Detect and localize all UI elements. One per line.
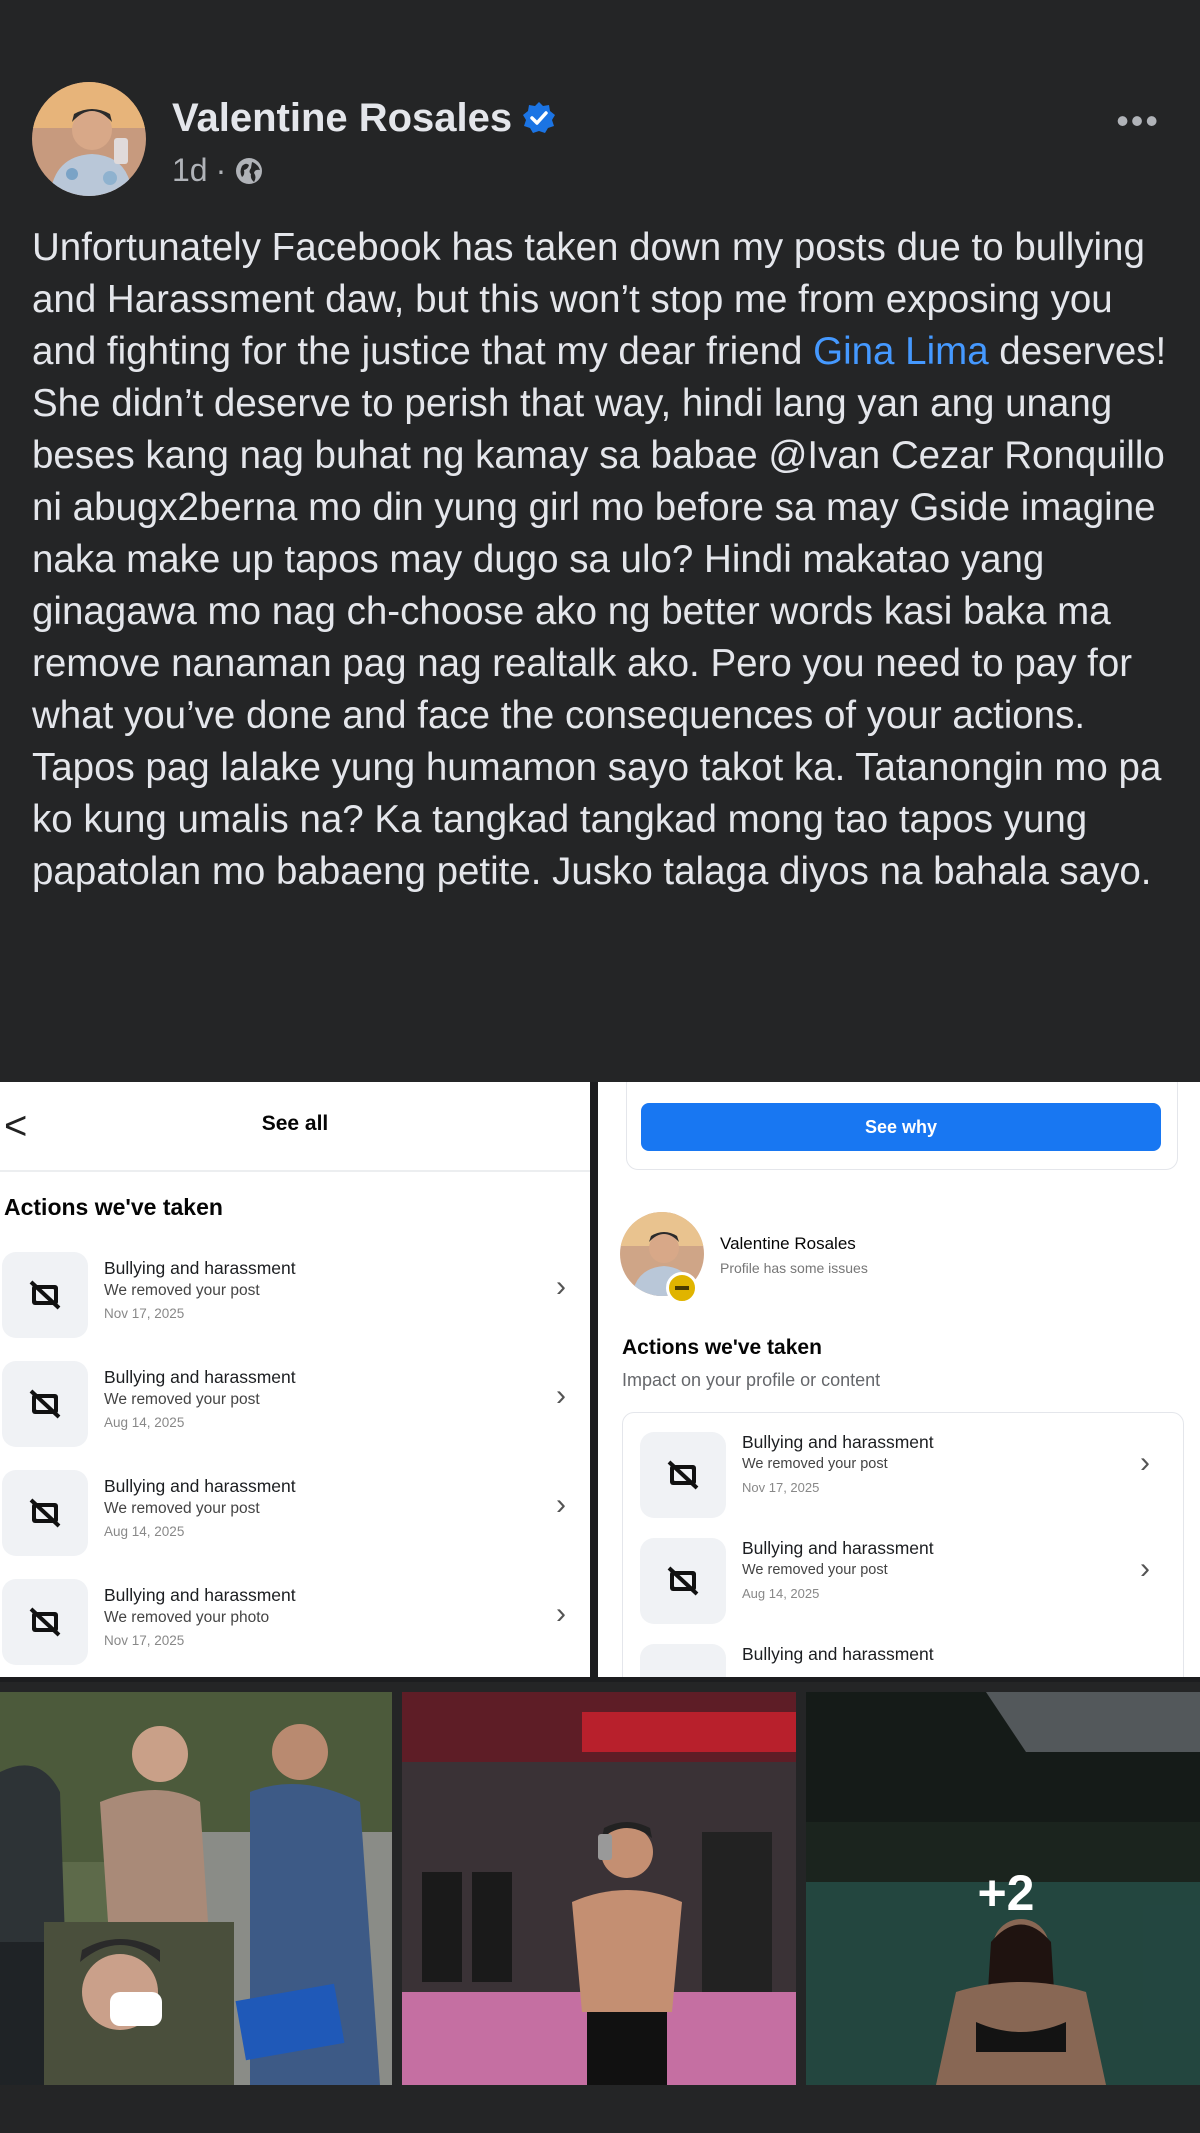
more-photos-count: +2	[977, 1865, 1034, 1921]
post-text-end: deserves! She didn’t deserve to perish t…	[32, 330, 1167, 893]
meta-dot: ·	[215, 152, 227, 188]
action-date: Nov 17, 2025	[104, 1633, 185, 1648]
action-date: Aug 14, 2025	[104, 1415, 185, 1430]
post-time[interactable]: 1d	[172, 152, 208, 189]
hidden-content-icon	[640, 1644, 726, 1677]
see-all-title: See all	[261, 1112, 329, 1135]
post-text: Unfortunately Facebook has taken down my…	[32, 222, 1172, 898]
profile-name: Valentine Rosales	[720, 1234, 856, 1253]
action-row[interactable]: Bullying and harassment We removed your …	[0, 1579, 590, 1677]
hidden-content-icon	[2, 1470, 88, 1556]
action-title: Bullying and harassment	[742, 1644, 934, 1664]
action-sub: We removed your photo	[104, 1609, 270, 1626]
screenshot-collage[interactable]: < See all Actions we've taken Bullying a…	[0, 1082, 1200, 1682]
chevron-right-icon: ›	[556, 1270, 566, 1303]
action-row[interactable]: Bullying and harassment We removed your …	[632, 1538, 1182, 1638]
profile-status: Profile has some issues	[720, 1260, 868, 1276]
action-title: Bullying and harassment	[742, 1538, 934, 1558]
verified-badge-icon	[523, 102, 556, 133]
action-row[interactable]: Bullying and harassment We removed your …	[0, 1252, 590, 1352]
hidden-content-icon	[2, 1579, 88, 1665]
chevron-right-icon: ›	[556, 1488, 566, 1521]
photo-3[interactable]: +2	[806, 1692, 1200, 2085]
action-sub: We removed your post	[104, 1500, 260, 1517]
author-name[interactable]: Valentine Rosales	[172, 96, 556, 141]
action-date: Aug 14, 2025	[104, 1524, 185, 1539]
action-title: Bullying and harassment	[104, 1367, 296, 1387]
post-meta: 1d ·	[172, 152, 264, 189]
action-sub: We removed your post	[742, 1562, 888, 1578]
hidden-content-icon	[2, 1361, 88, 1447]
actions-subtitle: Impact on your profile or content	[622, 1370, 881, 1390]
chevron-right-icon: ›	[556, 1379, 566, 1412]
mention-link[interactable]: Gina Lima	[813, 330, 988, 373]
action-date: Nov 17, 2025	[742, 1480, 820, 1495]
photo-2[interactable]	[402, 1692, 796, 2085]
actions-title: Actions we've taken	[622, 1336, 822, 1359]
action-title: Bullying and harassment	[104, 1476, 296, 1496]
see-why-button[interactable]: See why	[641, 1103, 1161, 1151]
action-title: Bullying and harassment	[742, 1432, 934, 1452]
post-header: Valentine Rosales 1d · •••	[0, 0, 1200, 210]
hidden-content-icon	[640, 1432, 726, 1518]
left-screenshot: < See all Actions we've taken Bullying a…	[0, 1082, 590, 1677]
action-row[interactable]: Bullying and harassment We removed your …	[0, 1470, 590, 1570]
chevron-right-icon: ›	[1140, 1446, 1150, 1479]
action-row[interactable]: Bullying and harassment	[632, 1644, 1182, 1677]
action-date: Aug 14, 2025	[742, 1586, 820, 1601]
action-sub: We removed your post	[104, 1391, 260, 1408]
author-avatar[interactable]	[32, 82, 146, 196]
action-date: Nov 17, 2025	[104, 1306, 185, 1321]
action-title: Bullying and harassment	[104, 1585, 296, 1605]
chevron-right-icon: ›	[1140, 1552, 1150, 1585]
notice-card: See why	[626, 1082, 1178, 1170]
action-row[interactable]: Bullying and harassment We removed your …	[0, 1361, 590, 1461]
see-all-topbar: < See all	[0, 1082, 590, 1172]
more-options-icon[interactable]: •••	[1116, 100, 1160, 142]
actions-title: Actions we've taken	[4, 1194, 223, 1220]
right-screenshot: See why Valentine Rosales Profile has so…	[598, 1082, 1200, 1677]
action-sub: We removed your post	[104, 1282, 260, 1299]
hidden-content-icon	[640, 1538, 726, 1624]
action-row[interactable]: Bullying and harassment We removed your …	[632, 1432, 1182, 1532]
chevron-right-icon: ›	[556, 1597, 566, 1630]
hidden-content-icon	[2, 1252, 88, 1338]
globe-icon	[236, 157, 263, 184]
action-title: Bullying and harassment	[104, 1258, 296, 1278]
action-sub: We removed your post	[742, 1456, 888, 1472]
warning-badge-icon	[666, 1272, 698, 1304]
photo-1[interactable]	[0, 1692, 392, 2085]
